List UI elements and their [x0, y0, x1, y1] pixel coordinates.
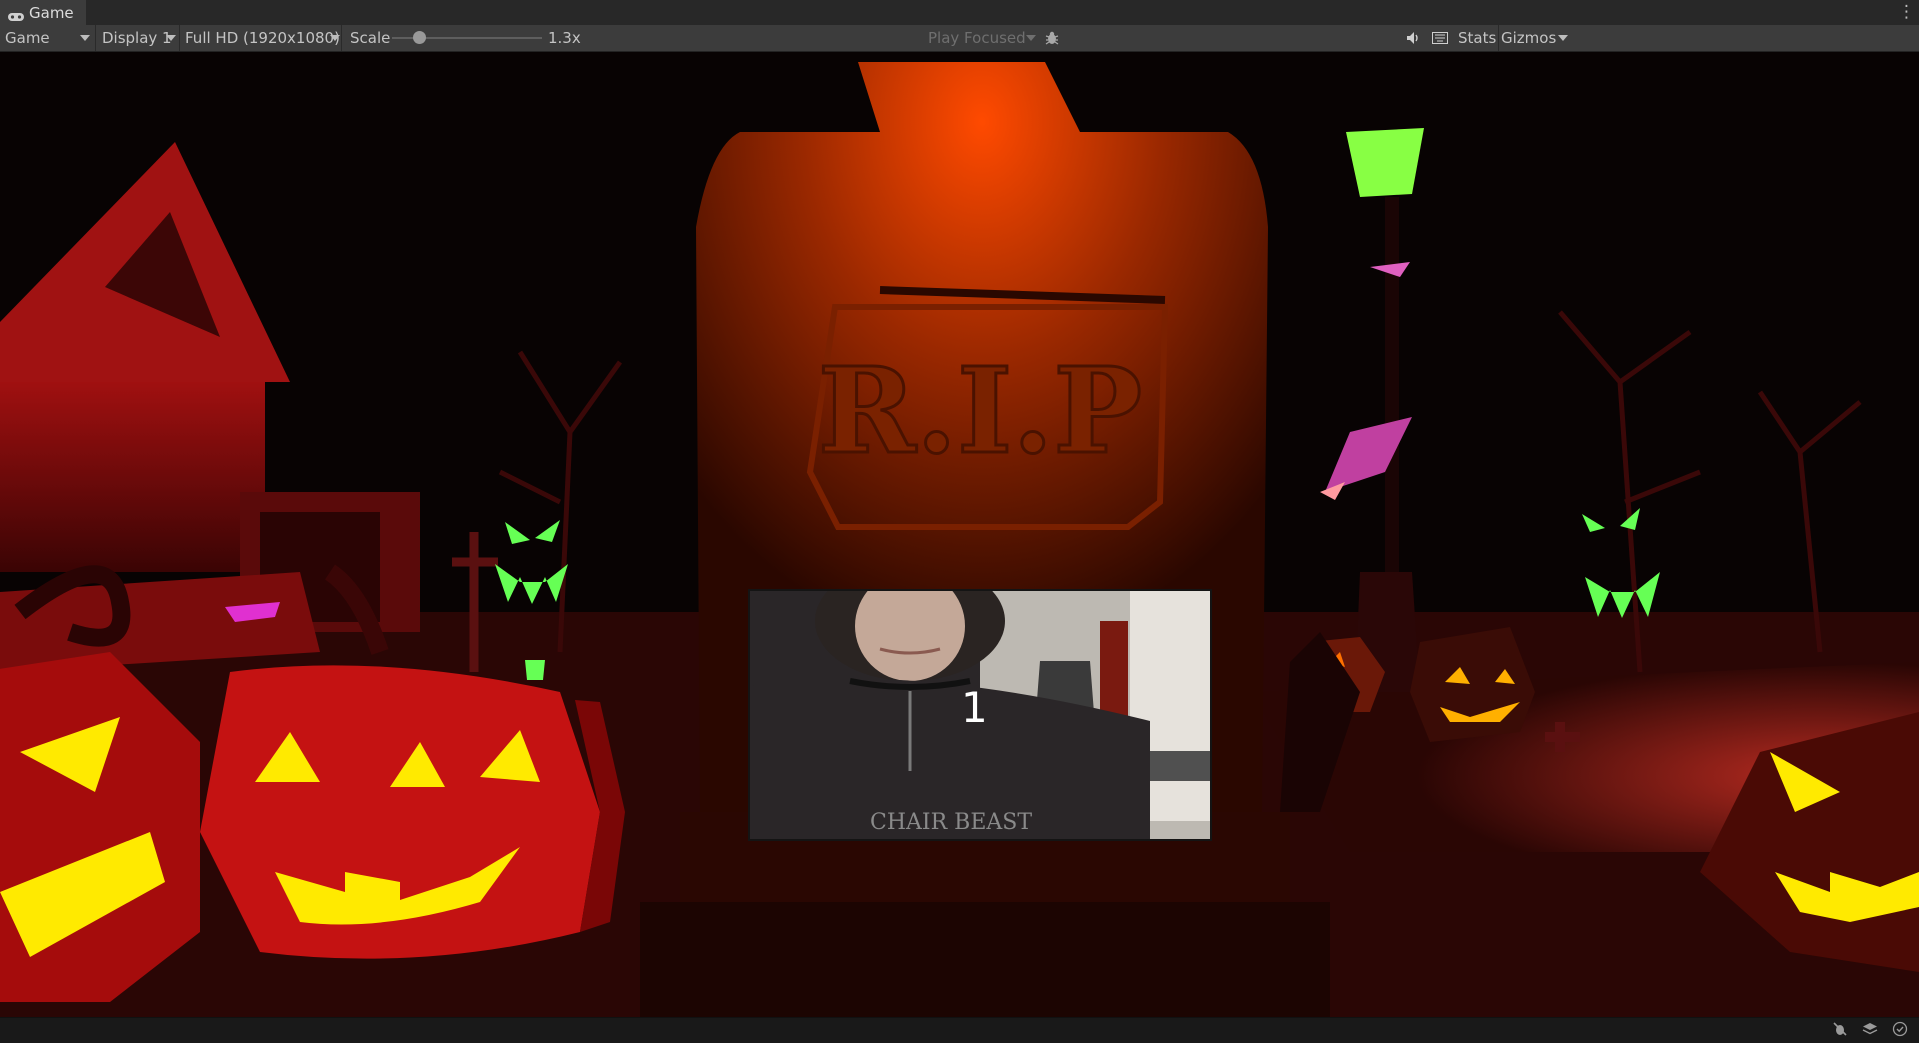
gizmos-dropdown[interactable] [1556, 25, 1570, 51]
scale-slider-handle[interactable] [413, 31, 426, 44]
tombstone-inscription: R.I.P [818, 341, 1142, 480]
gizmos-button[interactable]: Gizmos [1498, 25, 1556, 51]
mode-label: Game [5, 29, 50, 47]
gizmos-label: Gizmos [1501, 29, 1557, 47]
tab-bar: Game ⋮ [0, 0, 1919, 26]
gamepad-icon [8, 8, 24, 21]
scale-control: Scale 1.3x [350, 25, 590, 51]
resolution-label: Full HD (1920x1080) [185, 29, 340, 47]
play-mode-label: Play Focused [928, 29, 1026, 47]
resolution-dropdown[interactable]: Full HD (1920x1080) [180, 25, 342, 51]
halloween-scene: R.I.P [0, 62, 1919, 1017]
stats-label: Stats [1458, 29, 1497, 47]
game-tab[interactable]: Game [0, 0, 86, 25]
bug-icon[interactable] [1044, 25, 1066, 51]
layers-icon[interactable] [1862, 1021, 1878, 1041]
display-dropdown[interactable]: Display 1 [96, 25, 180, 51]
status-bar [0, 1017, 1919, 1043]
chevron-down-icon [330, 35, 340, 41]
lamp-post [1320, 128, 1424, 692]
chevron-down-icon [80, 35, 90, 41]
pumpkin-right-middle [1410, 627, 1535, 742]
chevron-down-icon [166, 35, 176, 41]
tab-title: Game [29, 3, 74, 22]
scale-value: 1.3x [548, 29, 581, 47]
chevron-down-icon [1026, 35, 1036, 41]
scale-label: Scale [350, 29, 391, 47]
chevron-down-icon [1558, 35, 1568, 41]
game-viewport[interactable]: R.I.P CHAIR BEAST 1 [0, 52, 1919, 1017]
play-mode-dropdown[interactable]: Play Focused [928, 25, 1038, 51]
mode-dropdown[interactable]: Game [0, 25, 96, 51]
svg-text:CHAIR BEAST: CHAIR BEAST [870, 810, 1032, 835]
ghost-face-right [1582, 508, 1660, 618]
game-toolbar: Game Display 1 Full HD (1920x1080) Scale… [0, 25, 1919, 52]
ghost-face-left [495, 520, 568, 604]
check-circle-icon[interactable] [1892, 1021, 1908, 1041]
lantern [525, 660, 545, 680]
keyboard-icon[interactable] [1432, 25, 1454, 51]
display-label: Display 1 [102, 29, 172, 47]
debug-off-icon[interactable] [1832, 1021, 1848, 1041]
kebab-menu-icon[interactable]: ⋮ [1898, 2, 1915, 22]
tombstone [640, 62, 1330, 1017]
speaker-icon[interactable] [1406, 25, 1426, 51]
countdown-number: 1 [961, 683, 988, 732]
stats-button[interactable]: Stats [1458, 25, 1497, 51]
